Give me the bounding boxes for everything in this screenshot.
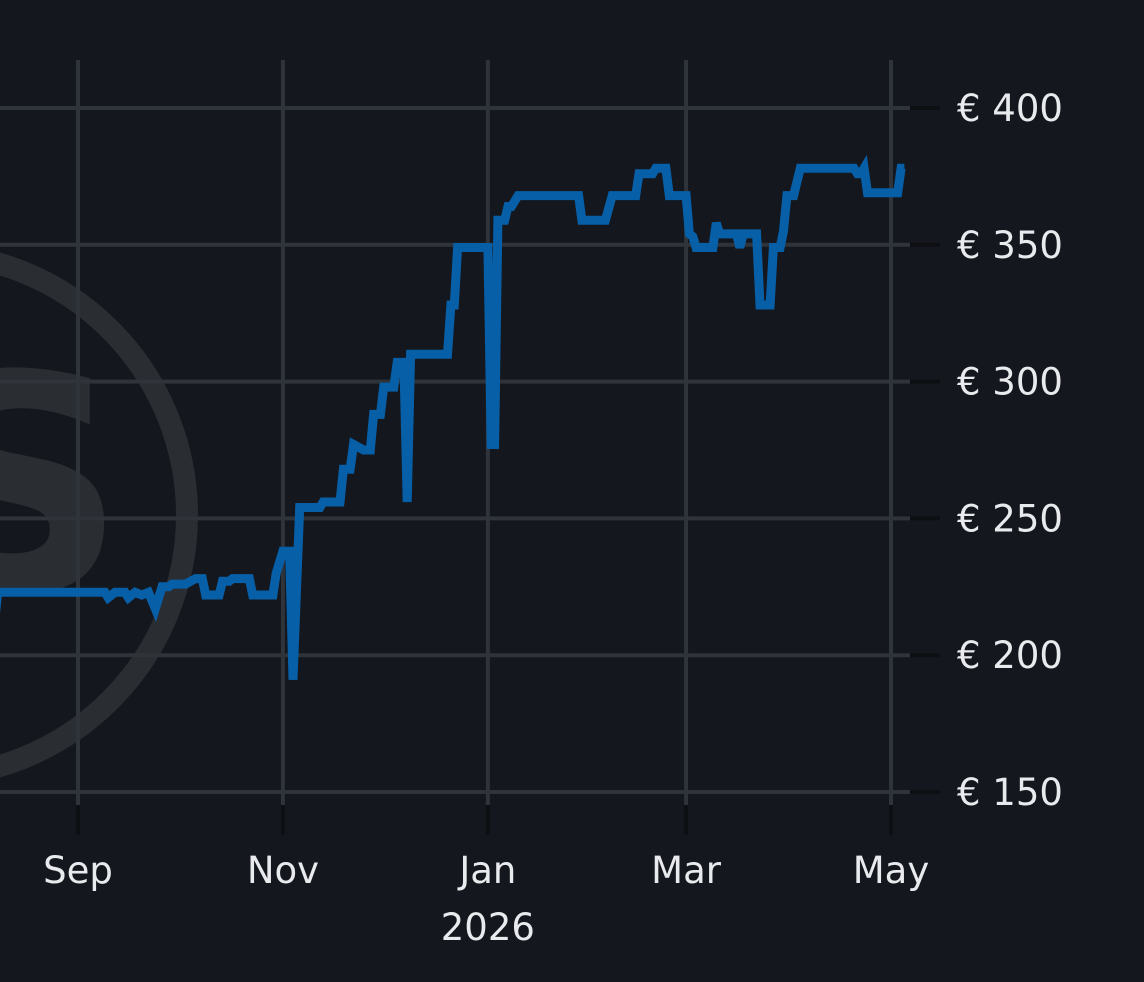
y-tick-label: € 400 [957, 87, 1063, 130]
y-tick-label: € 300 [957, 361, 1063, 404]
x-tick-label: Jan [457, 849, 516, 892]
y-tick-label: € 250 [957, 497, 1063, 540]
watermark-letter: S [0, 312, 126, 661]
x-tick-label: Nov [247, 849, 319, 892]
x-tick-label: May [853, 849, 930, 892]
y-tick-label: € 150 [957, 771, 1063, 814]
price-chart: S € 400 € 350 € 300 € 250 € 200 € 150 Sep Nov J… [0, 0, 1144, 982]
y-tick-label: € 200 [957, 634, 1063, 677]
x-tick-label: Mar [651, 849, 722, 892]
y-tick-label: € 350 [957, 224, 1063, 267]
chart-background [0, 0, 1144, 982]
x-tick-label: Sep [43, 849, 113, 892]
x-tick-sublabel: 2026 [441, 906, 535, 949]
